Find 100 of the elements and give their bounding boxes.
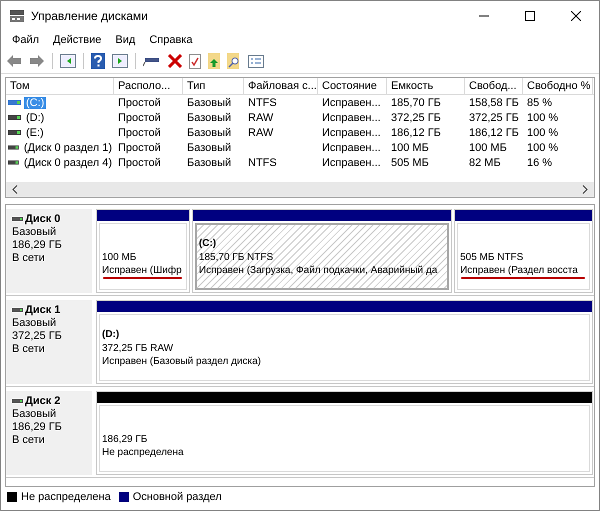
- column-header[interactable]: Том: [6, 78, 114, 94]
- menu-item[interactable]: Вид: [108, 34, 142, 46]
- partition-status: Не распределена: [102, 446, 185, 458]
- disk-info-panel[interactable]: Диск 1 Базовый 372,25 ГБ В сети: [6, 300, 92, 384]
- table-cell: 100 %: [527, 142, 558, 154]
- volume-cell[interactable]: (Диск 0 раздел 1): [22, 142, 114, 154]
- partition-label: (C:): [198, 238, 218, 250]
- close-icon[interactable]: [571, 11, 581, 21]
- drive-icon: [8, 100, 21, 105]
- column-header[interactable]: Емкость: [387, 78, 465, 94]
- table-cell: RAW: [248, 112, 274, 124]
- table-cell: Простой: [118, 156, 161, 168]
- partition-status: Исправен (Загрузка, Файл подкачки, Аварийный да: [198, 264, 438, 276]
- table-cell: 85 %: [527, 96, 552, 108]
- partition[interactable]: 186,29 ГБ Не распределена: [96, 391, 593, 475]
- table-cell: Исправен...: [322, 112, 381, 124]
- table-cell: 16 %: [527, 156, 552, 168]
- window-panel-icon[interactable]: [112, 54, 128, 68]
- table-cell: Базовый: [187, 96, 232, 108]
- partition[interactable]: (C:) 185,70 ГБ NTFS Исправен (Загрузка, Файл подкачки, Аварийный да: [192, 209, 452, 293]
- scroll-right-icon[interactable]: [582, 185, 588, 194]
- disk-type: Базовый: [12, 226, 58, 238]
- column-header[interactable]: Свобод...: [465, 78, 523, 94]
- volume-cell[interactable]: (D:): [24, 112, 46, 124]
- partition-size: 186,29 ГБ: [102, 434, 148, 444]
- table-cell: Базовый: [187, 142, 232, 154]
- volume-cell[interactable]: (E:): [24, 126, 46, 138]
- legend-label: Основной раздел: [132, 491, 222, 503]
- disk-type: Базовый: [12, 317, 58, 329]
- window-panel-icon[interactable]: [60, 54, 76, 68]
- legend-label: Не распределена: [21, 491, 111, 503]
- partition-size: 372,25 ГБ RAW: [102, 342, 174, 354]
- disk-drive-icon: [9, 9, 25, 23]
- partition-label: (D:): [102, 328, 120, 340]
- checked-document-icon[interactable]: [189, 54, 201, 68]
- disk-status: В сети: [12, 252, 46, 264]
- drive-icon: [8, 115, 21, 120]
- horizontal-scrollbar[interactable]: [6, 182, 594, 197]
- table-cell: RAW: [248, 126, 274, 138]
- table-cell: Базовый: [187, 112, 232, 124]
- menu-item[interactable]: Файл: [5, 34, 46, 46]
- disk-size: 186,29 ГБ: [12, 421, 63, 433]
- table-cell: 100 МБ: [391, 142, 429, 154]
- disk-info-panel[interactable]: Диск 2 Базовый 186,29 ГБ В сети: [6, 391, 92, 475]
- column-header[interactable]: Тип: [183, 78, 244, 94]
- disk-drive-icon: [12, 399, 23, 403]
- folder-search-icon[interactable]: [227, 53, 241, 69]
- partition[interactable]: 100 МБ Исправен (Шифр: [96, 209, 190, 293]
- table-cell: Простой: [118, 96, 161, 108]
- menu-item[interactable]: Действие: [46, 34, 108, 46]
- checklist-icon[interactable]: [248, 54, 264, 68]
- table-cell: 186,12 ГБ: [469, 126, 519, 138]
- table-cell: Базовый: [187, 156, 232, 168]
- disk-type: Базовый: [12, 408, 58, 420]
- table-cell: Простой: [118, 112, 161, 124]
- window-title: Управление дисками: [31, 9, 148, 23]
- disk-status: В сети: [12, 434, 46, 446]
- column-header[interactable]: Располо...: [114, 78, 183, 94]
- partition-size: 185,70 ГБ NTFS: [198, 252, 274, 262]
- drive-icon: [8, 160, 19, 165]
- table-cell: Исправен...: [322, 96, 381, 108]
- table-cell: Исправен...: [322, 142, 381, 154]
- table-cell: Простой: [118, 126, 161, 138]
- column-header[interactable]: Свободно %: [523, 78, 593, 94]
- table-cell: Исправен...: [322, 156, 381, 168]
- table-cell: Исправен...: [322, 126, 381, 138]
- partition-size: 505 МБ NTFS: [460, 252, 524, 262]
- disk-status: В сети: [12, 343, 46, 355]
- disk-drive-icon: [12, 308, 23, 312]
- delete-icon[interactable]: [168, 54, 182, 68]
- maximize-icon[interactable]: [525, 11, 535, 21]
- table-cell: 100 %: [527, 112, 558, 124]
- table-cell: 372,25 ГБ: [469, 112, 519, 124]
- partition[interactable]: (D:) 372,25 ГБ RAW Исправен (Базовый раздел диска): [96, 300, 593, 384]
- partition[interactable]: 505 МБ NTFS Исправен (Раздел восста: [454, 209, 593, 293]
- back-arrow-icon[interactable]: [6, 54, 22, 68]
- column-header[interactable]: Файловая с...: [244, 78, 318, 94]
- help-icon[interactable]: [91, 53, 105, 69]
- table-cell: Простой: [118, 142, 161, 154]
- table-cell: 186,12 ГБ: [391, 126, 441, 138]
- disk-info-panel[interactable]: Диск 0 Базовый 186,29 ГБ В сети: [6, 209, 92, 293]
- scroll-left-icon[interactable]: [12, 185, 18, 194]
- table-cell: 372,25 ГБ: [391, 112, 441, 124]
- disk-drive-icon: [12, 217, 23, 221]
- forward-arrow-icon[interactable]: [29, 54, 45, 68]
- drive-icon: [8, 145, 19, 150]
- drive-icon: [8, 130, 21, 135]
- table-cell: 82 МБ: [469, 156, 501, 168]
- disk-name: Диск 0: [25, 213, 60, 225]
- column-header[interactable]: Состояние: [318, 78, 387, 94]
- table-cell: 185,70 ГБ: [391, 96, 441, 108]
- disk-size: 372,25 ГБ: [12, 330, 63, 342]
- table-cell: 100 %: [527, 126, 558, 138]
- disk-name: Диск 2: [25, 395, 60, 407]
- partition-status: Исправен (Базовый раздел диска): [102, 356, 262, 366]
- partition-status: Исправен (Раздел восста: [460, 264, 579, 276]
- disk-name: Диск 1: [25, 304, 60, 316]
- menu-item[interactable]: Справка: [142, 34, 200, 46]
- table-cell: Базовый: [187, 126, 232, 138]
- volume-cell[interactable]: (Диск 0 раздел 4): [22, 156, 114, 168]
